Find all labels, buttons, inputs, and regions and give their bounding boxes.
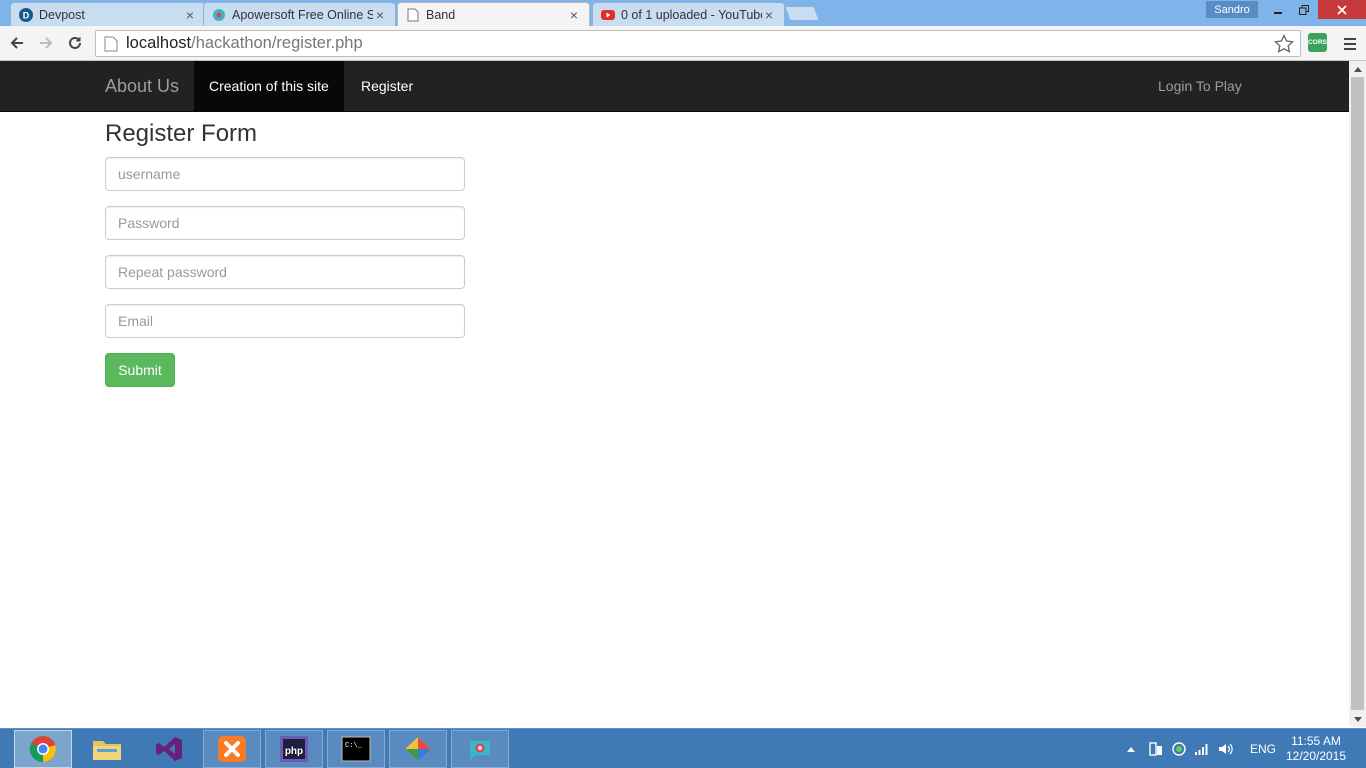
- tab-label: Apowersoft Free Online Sc: [232, 7, 373, 22]
- volume-icon[interactable]: [1217, 741, 1233, 757]
- taskbar-phpstorm[interactable]: php: [265, 730, 323, 768]
- close-tab-icon[interactable]: ×: [567, 8, 581, 22]
- nav-link-creation[interactable]: Creation of this site: [194, 61, 344, 111]
- close-icon: [1337, 4, 1347, 15]
- device-icon[interactable]: [1148, 741, 1164, 757]
- reload-button[interactable]: [64, 32, 86, 54]
- bookmark-star-icon[interactable]: [1274, 34, 1294, 54]
- nav-link-register[interactable]: Register: [346, 61, 428, 111]
- taskbar-file-explorer[interactable]: [78, 730, 136, 768]
- windows-taskbar: php C:\_ ENG 11:55 AM 12/20/2015: [0, 728, 1366, 768]
- forward-arrow-icon: [40, 37, 53, 49]
- taskbar-command-prompt[interactable]: C:\_: [327, 730, 385, 768]
- nav-brand-about-us[interactable]: About Us: [105, 61, 179, 111]
- browser-titlebar: D Devpost × Apowersoft Free Online Sc × …: [0, 0, 1366, 26]
- clock-date: 12/20/2015: [1285, 749, 1347, 763]
- scroll-up-arrow-icon[interactable]: [1349, 61, 1366, 77]
- password-input[interactable]: [105, 206, 465, 240]
- page-icon: [104, 36, 118, 51]
- phpstorm-icon: php: [280, 736, 308, 762]
- new-tab-button[interactable]: [784, 6, 820, 21]
- language-indicator[interactable]: ENG: [1250, 742, 1276, 756]
- taskbar-xampp[interactable]: [203, 730, 261, 768]
- youtube-icon: [601, 8, 615, 22]
- scrollbar-thumb[interactable]: [1351, 77, 1364, 710]
- back-arrow-icon: [10, 37, 23, 49]
- url-host: localhost: [126, 34, 192, 52]
- close-window-button[interactable]: [1318, 0, 1366, 19]
- address-bar[interactable]: localhost/hackathon/register.php: [95, 30, 1301, 57]
- minimize-button[interactable]: [1266, 0, 1290, 19]
- page-scrollbar[interactable]: [1349, 61, 1366, 727]
- taskbar-apowersoft-recorder[interactable]: [451, 730, 509, 768]
- svg-text:D: D: [23, 10, 30, 20]
- tab-band[interactable]: Band ×: [397, 2, 590, 26]
- apowersoft-recorder-icon: [470, 741, 490, 760]
- taskbar-chrome[interactable]: [14, 730, 72, 768]
- chrome-menu-button[interactable]: [1340, 34, 1360, 54]
- clock-time: 11:55 AM: [1291, 734, 1341, 748]
- minimize-icon: [1274, 11, 1282, 14]
- scroll-down-arrow-icon[interactable]: [1349, 711, 1366, 727]
- page-icon: [406, 8, 420, 22]
- tab-devpost[interactable]: D Devpost ×: [10, 2, 206, 26]
- taskbar-visual-studio[interactable]: [140, 730, 198, 768]
- submit-button[interactable]: Submit: [105, 353, 175, 387]
- browser-toolbar: localhost/hackathon/register.php CORS: [0, 26, 1366, 61]
- back-button[interactable]: [6, 32, 28, 54]
- hamburger-menu-icon: [1344, 38, 1356, 50]
- system-tray: ENG: [1126, 729, 1276, 768]
- tab-apowersoft[interactable]: Apowersoft Free Online Sc ×: [203, 2, 396, 26]
- tab-youtube[interactable]: 0 of 1 uploaded - YouTube ×: [592, 2, 785, 26]
- tab-label: Devpost: [39, 7, 85, 22]
- cors-extension-icon[interactable]: CORS: [1308, 33, 1327, 52]
- repeat-password-input[interactable]: [105, 255, 465, 289]
- username-input[interactable]: [105, 157, 465, 191]
- show-hidden-icons-icon[interactable]: [1126, 745, 1136, 753]
- nav-link-login[interactable]: Login To Play: [1143, 61, 1257, 111]
- svg-text:php: php: [285, 746, 303, 757]
- apowersoft-icon: [212, 8, 226, 22]
- visual-studio-icon: [156, 737, 182, 761]
- url-path: /hackathon/register.php: [191, 34, 363, 52]
- restore-icon: [1299, 4, 1309, 15]
- svg-text:C:\_: C:\_: [345, 742, 363, 750]
- form-title: Register Form: [105, 120, 258, 147]
- wifi-signal-icon[interactable]: [1194, 741, 1210, 757]
- taskbar-git-gui[interactable]: [389, 730, 447, 768]
- forward-button[interactable]: [35, 32, 57, 54]
- close-tab-icon[interactable]: ×: [183, 8, 197, 22]
- reload-icon: [69, 36, 81, 49]
- profile-button[interactable]: Sandro: [1206, 1, 1258, 18]
- restore-button[interactable]: [1292, 0, 1316, 19]
- tab-label: 0 of 1 uploaded - YouTube: [621, 7, 762, 22]
- site-navbar: About Us Creation of this site Register …: [0, 61, 1349, 112]
- taskbar-clock[interactable]: 11:55 AM 12/20/2015: [1282, 734, 1350, 764]
- chrome-icon: [29, 736, 56, 763]
- git-gui-icon: [405, 737, 431, 761]
- command-prompt-icon: C:\_: [341, 736, 371, 762]
- tab-label: Band: [426, 7, 456, 22]
- file-explorer-icon: [93, 741, 121, 760]
- close-tab-icon[interactable]: ×: [762, 8, 776, 22]
- xampp-icon: [218, 736, 246, 762]
- devpost-icon: D: [19, 7, 33, 22]
- email-input[interactable]: [105, 304, 465, 338]
- sync-icon[interactable]: [1171, 741, 1187, 757]
- close-tab-icon[interactable]: ×: [373, 8, 387, 22]
